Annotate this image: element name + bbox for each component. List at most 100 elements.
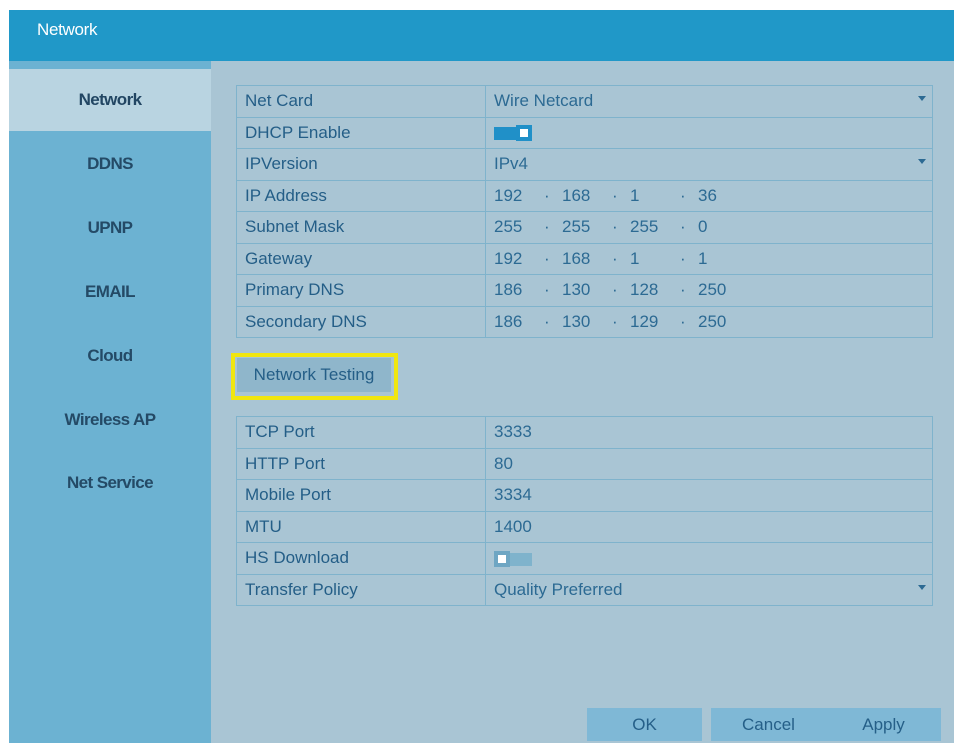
sidebar-item-upnp[interactable]: UPNP xyxy=(9,197,211,259)
net-card-label: Net Card xyxy=(236,85,486,118)
ip-separator: · xyxy=(612,185,618,205)
cancel-button[interactable]: Cancel xyxy=(711,708,826,741)
subnet-mask-label: Subnet Mask xyxy=(236,211,486,244)
dropdown-caret-icon xyxy=(918,159,926,164)
http-port-input[interactable]: 80 xyxy=(485,447,933,480)
table-row: IPVersion IPv4 xyxy=(236,148,933,181)
table-row: TCP Port 3333 xyxy=(236,416,933,449)
transfer-policy-label: Transfer Policy xyxy=(236,573,486,606)
ip-separator: · xyxy=(680,185,686,205)
ip-octet: 255 xyxy=(494,217,523,237)
apply-button[interactable]: Apply xyxy=(826,708,941,741)
ip-octet: 192 xyxy=(494,248,523,268)
ip-octet: 130 xyxy=(562,280,591,300)
ip-octet: 192 xyxy=(494,185,523,205)
table-row: DHCP Enable xyxy=(236,116,933,149)
ip-octet: 255 xyxy=(630,217,659,237)
ip-separator: · xyxy=(680,217,686,237)
table-row: Subnet Mask 255 · 255 · 255 · 0 xyxy=(236,211,933,244)
ip-octet: 250 xyxy=(698,280,727,300)
gateway-field[interactable]: 192 · 168 · 1 · 1 xyxy=(485,242,933,275)
ip-octet: 1 xyxy=(698,248,708,268)
ip-octet: 255 xyxy=(562,217,591,237)
ip-separator: · xyxy=(680,311,686,331)
gateway-label: Gateway xyxy=(236,242,486,275)
ip-version-value: IPv4 xyxy=(494,154,529,174)
dhcp-toggle-cell xyxy=(485,116,933,149)
toggle-knob xyxy=(516,125,532,142)
mobile-port-label: Mobile Port xyxy=(236,479,486,512)
ip-octet: 129 xyxy=(630,311,659,331)
port-config-table: TCP Port 3333 HTTP Port 80 Mobile Port 3… xyxy=(236,416,933,606)
table-row: Gateway 192 · 168 · 1 · 1 xyxy=(236,242,933,275)
ip-octet: 128 xyxy=(630,280,659,300)
ip-version-select[interactable]: IPv4 xyxy=(485,148,933,181)
main-panel: Net Card Wire Netcard DHCP Enable IPVers… xyxy=(211,61,954,743)
transfer-policy-value: Quality Preferred xyxy=(494,579,623,599)
sidebar-item-net-service[interactable]: Net Service xyxy=(9,452,211,514)
ip-separator: · xyxy=(612,248,618,268)
table-row: Net Card Wire Netcard xyxy=(236,85,933,118)
network-config-table: Net Card Wire Netcard DHCP Enable IPVers… xyxy=(236,85,933,338)
ip-octet: 1 xyxy=(630,248,640,268)
ip-separator: · xyxy=(612,217,618,237)
table-row: Primary DNS 186 · 130 · 128 · 250 xyxy=(236,274,933,307)
sidebar-item-wireless-ap[interactable]: Wireless AP xyxy=(9,389,211,451)
toggle-knob xyxy=(494,550,510,567)
ip-octet: 186 xyxy=(494,311,523,331)
ip-separator: · xyxy=(544,280,550,300)
tcp-port-input[interactable]: 3333 xyxy=(485,416,933,449)
ok-button[interactable]: OK xyxy=(587,708,702,741)
sidebar-item-ddns[interactable]: DDNS xyxy=(9,133,211,195)
ip-separator: · xyxy=(544,185,550,205)
ip-octet: 168 xyxy=(562,248,591,268)
sidebar-item-email[interactable]: EMAIL xyxy=(9,261,211,323)
ip-separator: · xyxy=(680,248,686,268)
net-card-value: Wire Netcard xyxy=(494,91,594,111)
net-card-select[interactable]: Wire Netcard xyxy=(485,85,933,118)
hs-download-toggle-cell xyxy=(485,542,933,575)
mtu-input[interactable]: 1400 xyxy=(485,510,933,543)
ip-separator: · xyxy=(544,248,550,268)
hs-download-label: HS Download xyxy=(236,542,486,575)
ip-octet: 250 xyxy=(698,311,727,331)
ip-separator: · xyxy=(544,311,550,331)
sidebar: Network DDNS UPNP EMAIL Cloud Wireless A… xyxy=(9,61,211,743)
ip-octet: 168 xyxy=(562,185,591,205)
dhcp-enable-label: DHCP Enable xyxy=(236,116,486,149)
ip-version-label: IPVersion xyxy=(236,148,486,181)
ip-separator: · xyxy=(544,217,550,237)
window-title: Network xyxy=(37,20,98,39)
table-row: MTU 1400 xyxy=(236,510,933,543)
title-bar: Network xyxy=(9,10,954,61)
dropdown-caret-icon xyxy=(918,584,926,590)
tcp-port-label: TCP Port xyxy=(236,416,486,449)
ip-separator: · xyxy=(680,280,686,300)
ip-address-field[interactable]: 192 · 168 · 1 · 36 xyxy=(485,179,933,212)
table-row: HTTP Port 80 xyxy=(236,447,933,480)
ip-octet: 1 xyxy=(630,185,640,205)
network-settings-window: Network Network DDNS UPNP EMAIL Cloud Wi… xyxy=(9,10,954,743)
mtu-label: MTU xyxy=(236,510,486,543)
ip-separator: · xyxy=(612,311,618,331)
primary-dns-field[interactable]: 186 · 130 · 128 · 250 xyxy=(485,274,933,307)
highlight-box xyxy=(231,353,398,400)
sidebar-item-network[interactable]: Network xyxy=(9,69,211,131)
hs-download-toggle[interactable] xyxy=(494,550,532,567)
ip-octet: 186 xyxy=(494,280,523,300)
table-row: IP Address 192 · 168 · 1 · 36 xyxy=(236,179,933,212)
ip-octet: 0 xyxy=(698,217,708,237)
mobile-port-input[interactable]: 3334 xyxy=(485,479,933,512)
dropdown-caret-icon xyxy=(918,96,926,101)
table-row: Secondary DNS 186 · 130 · 129 · 250 xyxy=(236,305,933,338)
table-row: HS Download xyxy=(236,542,933,575)
table-row: Transfer Policy Quality Preferred xyxy=(236,573,933,606)
subnet-mask-field[interactable]: 255 · 255 · 255 · 0 xyxy=(485,211,933,244)
transfer-policy-select[interactable]: Quality Preferred xyxy=(485,573,933,606)
sidebar-item-cloud[interactable]: Cloud xyxy=(9,325,211,387)
ip-separator: · xyxy=(612,280,618,300)
dhcp-enable-toggle[interactable] xyxy=(494,125,532,142)
secondary-dns-label: Secondary DNS xyxy=(236,305,486,338)
secondary-dns-field[interactable]: 186 · 130 · 129 · 250 xyxy=(485,305,933,338)
table-row: Mobile Port 3334 xyxy=(236,479,933,512)
